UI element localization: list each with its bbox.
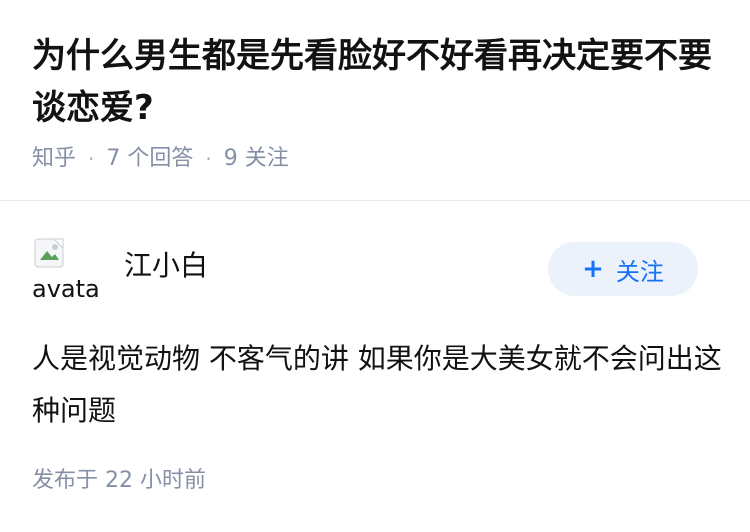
avatar[interactable]: avatar (32, 236, 98, 302)
avatar-alt-text: avatar (32, 275, 98, 302)
follow-button-label: 关注 (615, 257, 664, 286)
source-link[interactable]: 知乎 (32, 144, 76, 174)
question-header: 为什么男生都是先看脸好不好看再决定要不要谈恋爱? 知乎 · 7 个回答 · 9 … (32, 30, 722, 174)
separator-dot: · (88, 147, 95, 171)
followers-count[interactable]: 9 关注 (224, 144, 289, 174)
question-meta: 知乎 · 7 个回答 · 9 关注 (32, 144, 722, 174)
answer-content[interactable]: 人是视觉动物 不客气的讲 如果你是大美女就不会问出这种问题 (32, 333, 722, 437)
post-time: 发布于 22 小时前 (32, 468, 206, 493)
separator-dot: · (205, 147, 212, 171)
follow-button[interactable]: + 关注 (548, 242, 698, 296)
author-row: avatar 江小白 + 关注 (32, 236, 698, 302)
question-title[interactable]: 为什么男生都是先看脸好不好看再决定要不要谈恋爱? (32, 30, 722, 134)
section-divider (0, 200, 750, 201)
broken-image-icon (34, 238, 64, 268)
author-name[interactable]: 江小白 (124, 248, 208, 284)
answers-count[interactable]: 7 个回答 (106, 144, 193, 174)
plus-icon: + (582, 254, 604, 284)
